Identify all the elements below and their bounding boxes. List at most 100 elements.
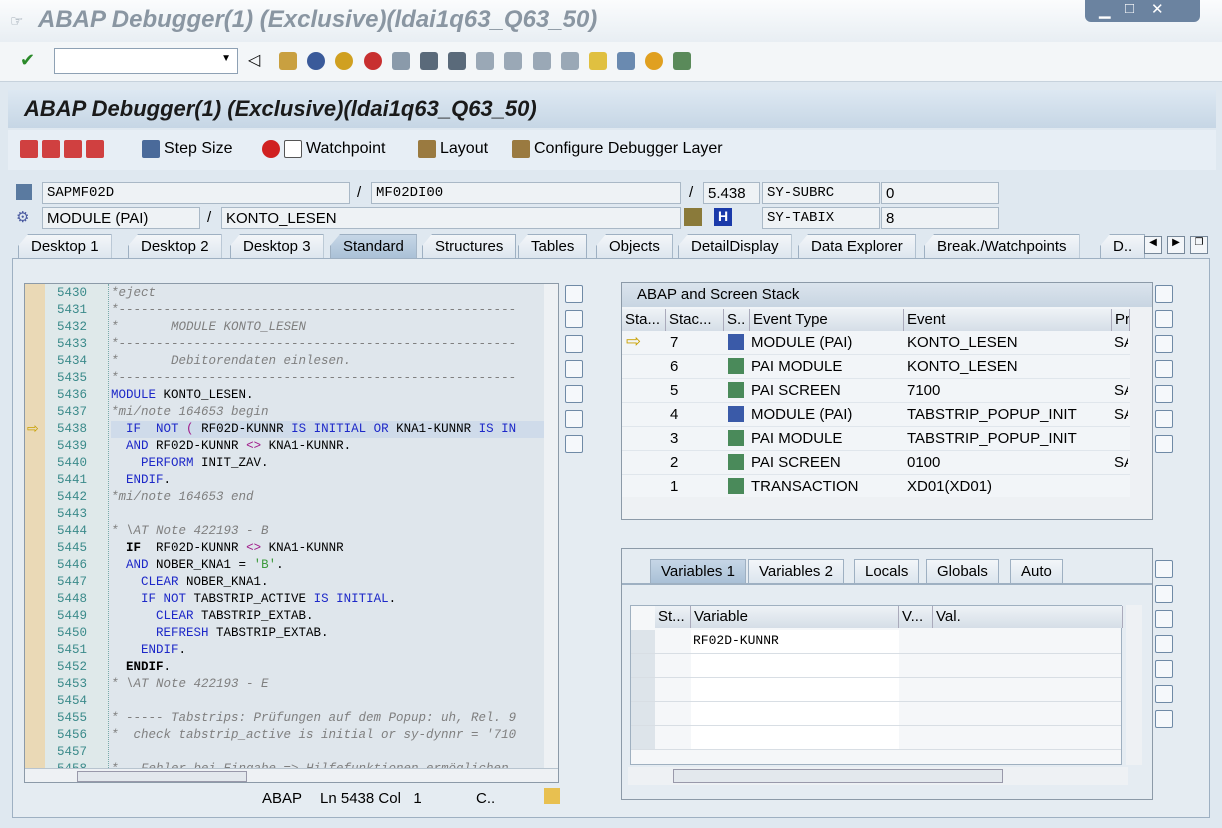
row-selector[interactable] — [631, 702, 655, 725]
full-screen-icon[interactable] — [565, 360, 583, 378]
tab-auto[interactable]: Auto — [1010, 559, 1063, 583]
column-header[interactable]: V... — [899, 606, 933, 628]
swap-tool-icon[interactable] — [1155, 385, 1173, 403]
code-line[interactable]: 5455 * ----- Tabstrips: Prüfungen auf dem… — [45, 710, 545, 727]
variable-name[interactable] — [691, 678, 899, 701]
new-tool-icon[interactable] — [1155, 585, 1173, 603]
tab-variables-2[interactable]: Variables 2 — [748, 559, 844, 583]
column-header[interactable]: Sta... — [622, 309, 666, 331]
tab-scroll-left-icon[interactable]: ◀ — [1144, 236, 1162, 254]
code-line[interactable]: 5445 IF RF02D-KUNNR <> KNA1-KUNNR — [45, 540, 545, 557]
services-icon[interactable] — [1155, 410, 1173, 428]
minimize-icon[interactable]: ▁ — [1099, 1, 1111, 19]
prev-page-icon[interactable] — [504, 52, 523, 71]
code-line[interactable]: 5438 IF NOT ( RF02D-KUNNR IS INITIAL OR … — [45, 421, 551, 438]
code-line[interactable]: 5457 — [45, 744, 545, 761]
services-icon[interactable] — [1155, 685, 1173, 703]
row-selector[interactable] — [631, 630, 655, 653]
code-line[interactable]: 5439 AND RF02D-KUNNR <> KNA1-KUNNR. — [45, 438, 545, 455]
scroll-thumb[interactable] — [77, 771, 247, 782]
code-line[interactable]: 5451 ENDIF. — [45, 642, 545, 659]
tab-break-watchpoints[interactable]: Break./Watchpoints — [924, 234, 1080, 259]
code-line[interactable]: 5450 REFRESH TABSTRIP_EXTAB. — [45, 625, 545, 642]
tool-settings-icon[interactable] — [1155, 435, 1173, 453]
stack-row[interactable]: 2 PAI SCREEN 0100 SA — [622, 451, 1130, 475]
column-header[interactable]: Variable — [691, 606, 899, 628]
enter-icon[interactable]: ✔ — [20, 50, 35, 71]
cancel-icon[interactable] — [363, 52, 382, 71]
tab-scroll-right-icon[interactable]: ▶ — [1167, 236, 1185, 254]
execute-icon[interactable] — [42, 140, 60, 158]
variable-name[interactable] — [691, 654, 899, 677]
tab-desktop-2[interactable]: Desktop 2 — [128, 234, 222, 259]
tool-settings-icon[interactable] — [565, 435, 583, 453]
find-next-icon[interactable] — [448, 52, 467, 71]
close-tool-icon[interactable] — [1155, 285, 1173, 303]
row-selector[interactable] — [631, 654, 655, 677]
code-line[interactable]: 5446 AND NOBER_KNA1 = 'B'. — [45, 557, 545, 574]
tab-locals[interactable]: Locals — [854, 559, 920, 583]
replace-tool-icon[interactable] — [565, 335, 583, 353]
first-page-icon[interactable] — [476, 52, 495, 71]
tab-desktop-1[interactable]: Desktop 1 — [18, 234, 112, 259]
code-line[interactable]: 5435 *-----------------------------------… — [45, 370, 545, 387]
stack-horizontal-scrollbar[interactable] — [622, 497, 1152, 519]
code-line[interactable]: 5436 MODULE KONTO_LESEN. — [45, 387, 545, 404]
row-selector[interactable] — [631, 726, 655, 749]
sy-tabix-value[interactable]: 8 — [881, 207, 999, 229]
event-field[interactable]: KONTO_LESEN — [221, 207, 681, 229]
tab-tables[interactable]: Tables — [518, 234, 588, 259]
sy-subrc-value[interactable]: 0 — [881, 182, 999, 204]
column-header[interactable]: Pr — [1112, 309, 1130, 331]
close-tool-icon[interactable] — [565, 285, 583, 303]
code-line[interactable]: 5432 * MODULE KONTO_LESEN — [45, 319, 545, 336]
code-line[interactable]: 5443 — [45, 506, 545, 523]
code-line[interactable]: 5454 — [45, 693, 545, 710]
last-page-icon[interactable] — [560, 52, 579, 71]
code-line[interactable]: 5441 ENDIF. — [45, 472, 545, 489]
clipboard-icon[interactable] — [544, 788, 560, 804]
replace-tool-icon[interactable] — [1155, 610, 1173, 628]
code-line[interactable]: 5452 ENDIF. — [45, 659, 545, 676]
variable-row[interactable] — [631, 678, 1121, 702]
tool-settings-icon[interactable] — [1155, 710, 1173, 728]
new-tool-icon[interactable] — [565, 310, 583, 328]
system-menu-icon[interactable]: ☞ — [10, 12, 23, 30]
save-icon[interactable] — [279, 52, 297, 71]
help-icon[interactable] — [645, 52, 664, 71]
code-line[interactable]: 5440 PERFORM INIT_ZAV. — [45, 455, 545, 472]
find-icon[interactable] — [419, 52, 438, 71]
variable-name[interactable] — [691, 702, 899, 725]
column-header[interactable]: Stac... — [666, 309, 724, 331]
variables-grid[interactable]: St... Variable V... Val. RF02D-KUNNR — [630, 605, 1123, 765]
tab-d-[interactable]: D.. — [1100, 234, 1146, 259]
source-code-editor[interactable]: ⇨ 5430 *eject 5431 *-----------------------… — [24, 283, 559, 783]
variable-row[interactable] — [631, 702, 1121, 726]
close-icon[interactable]: ✕ — [1151, 0, 1164, 18]
tab-standard[interactable]: Standard — [330, 234, 417, 259]
stack-vertical-scrollbar[interactable] — [1130, 307, 1152, 497]
code-line[interactable]: 5430 *eject — [45, 285, 545, 302]
shortcut-icon[interactable] — [617, 52, 636, 71]
layout-menu-icon[interactable] — [673, 52, 692, 71]
stack-row[interactable]: 5 PAI SCREEN 7100 SA — [622, 379, 1130, 403]
tab-objects[interactable]: Objects — [596, 234, 673, 259]
line-field[interactable]: 5.438 — [703, 182, 760, 204]
tab-detaildisplay[interactable]: DetailDisplay — [678, 234, 792, 259]
new-tool-icon[interactable] — [1155, 310, 1173, 328]
chevron-down-icon[interactable]: ▼ — [221, 53, 231, 64]
column-header[interactable]: Event Type — [750, 309, 904, 331]
watchpoint-button[interactable]: Watchpoint — [262, 140, 385, 158]
event-type-field[interactable]: MODULE (PAI) — [42, 207, 200, 229]
row-selector[interactable] — [631, 678, 655, 701]
swap-tool-icon[interactable] — [1155, 660, 1173, 678]
variable-name[interactable]: RF02D-KUNNR — [691, 630, 899, 653]
code-line[interactable]: 5456 * check tabstrip_active is initial o… — [45, 727, 545, 744]
back-nav-icon[interactable] — [307, 52, 326, 71]
column-header[interactable]: Val. — [933, 606, 1123, 628]
configure-debugger-layer-button[interactable]: Configure Debugger Layer — [512, 140, 723, 158]
info-icon[interactable]: H — [714, 208, 732, 226]
code-line[interactable]: 5433 *-----------------------------------… — [45, 336, 545, 353]
stack-row[interactable]: 6 PAI MODULE KONTO_LESEN — [622, 355, 1130, 379]
stack-row[interactable]: 3 PAI MODULE TABSTRIP_POPUP_INIT — [622, 427, 1130, 451]
